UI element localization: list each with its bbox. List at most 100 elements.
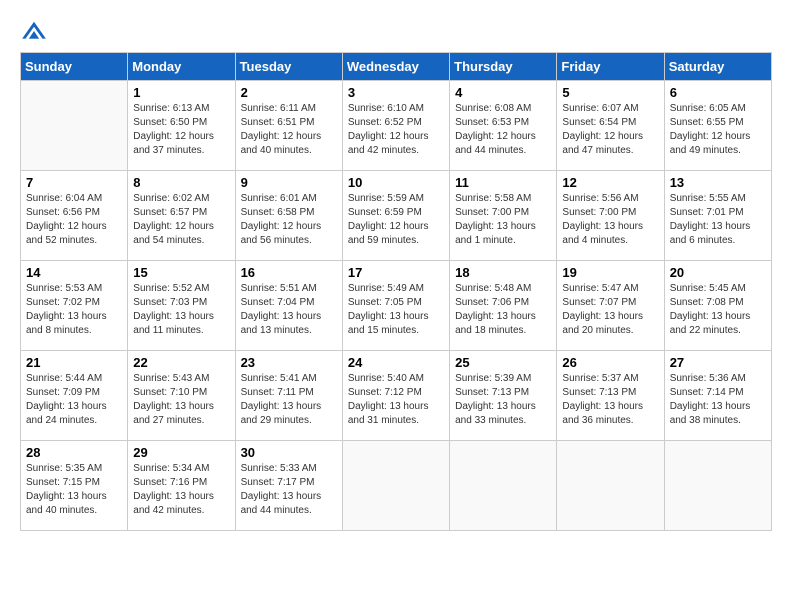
day-info: Sunrise: 5:59 AMSunset: 6:59 PMDaylight:…: [348, 192, 444, 248]
day-info: Sunrise: 6:05 AMSunset: 6:55 PMDaylight:…: [670, 102, 766, 158]
calendar-cell: 6Sunrise: 6:05 AMSunset: 6:55 PMDaylight…: [664, 81, 771, 171]
calendar-cell: 20 Sunrise: 5:45 AMSunset: 7:08 PMDayligh…: [664, 261, 771, 351]
calendar-cell: 30 Sunrise: 5:33 AMSunset: 7:17 PMDayligh…: [235, 441, 342, 531]
day-info: Sunrise: 6:07 AMSunset: 6:54 PMDaylight:…: [562, 102, 658, 158]
calendar-cell: 11 Sunrise: 5:58 AMSunset: 7:00 PMDayligh…: [450, 171, 557, 261]
calendar-week-row: 21 Sunrise: 5:44 AMSunset: 7:09 PMDayligh…: [21, 351, 772, 441]
day-info: Sunrise: 6:11 AMSunset: 6:51 PMDaylight:…: [241, 102, 337, 158]
day-number: 4: [455, 85, 551, 100]
day-info: Sunrise: 5:43 AMSunset: 7:10 PMDaylight:…: [133, 372, 229, 428]
day-of-week-header: Friday: [557, 53, 664, 81]
header: [20, 20, 772, 42]
calendar-week-row: 7 Sunrise: 6:04 AMSunset: 6:56 PMDaylight…: [21, 171, 772, 261]
calendar-cell: 16Sunrise: 5:51 AMSunset: 7:04 PMDayligh…: [235, 261, 342, 351]
calendar-cell: 26 Sunrise: 5:37 AMSunset: 7:13 PMDayligh…: [557, 351, 664, 441]
day-number: 15: [133, 265, 229, 280]
calendar-cell: 21 Sunrise: 5:44 AMSunset: 7:09 PMDayligh…: [21, 351, 128, 441]
calendar: SundayMondayTuesdayWednesdayThursdayFrid…: [20, 52, 772, 531]
day-info: Sunrise: 5:37 AMSunset: 7:13 PMDaylight:…: [562, 372, 658, 428]
day-info: Sunrise: 5:41 AMSunset: 7:11 PMDaylight:…: [241, 372, 337, 428]
day-info: Sunrise: 5:44 AMSunset: 7:09 PMDaylight:…: [26, 372, 122, 428]
day-of-week-header: Sunday: [21, 53, 128, 81]
day-number: 7: [26, 175, 122, 190]
calendar-cell: 14Sunrise: 5:53 AMSunset: 7:02 PMDayligh…: [21, 261, 128, 351]
day-info: Sunrise: 5:55 AMSunset: 7:01 PMDaylight:…: [670, 192, 766, 248]
day-number: 10: [348, 175, 444, 190]
calendar-cell: 5 Sunrise: 6:07 AMSunset: 6:54 PMDaylight…: [557, 81, 664, 171]
logo: [20, 20, 52, 42]
day-info: Sunrise: 6:04 AMSunset: 6:56 PMDaylight:…: [26, 192, 122, 248]
calendar-cell: 12 Sunrise: 5:56 AMSunset: 7:00 PMDayligh…: [557, 171, 664, 261]
calendar-cell: 29 Sunrise: 5:34 AMSunset: 7:16 PMDayligh…: [128, 441, 235, 531]
day-info: Sunrise: 5:40 AMSunset: 7:12 PMDaylight:…: [348, 372, 444, 428]
day-info: Sunrise: 5:35 AMSunset: 7:15 PMDaylight:…: [26, 462, 122, 518]
calendar-cell: [342, 441, 449, 531]
calendar-cell: 1 Sunrise: 6:13 AMSunset: 6:50 PMDaylight…: [128, 81, 235, 171]
day-number: 8: [133, 175, 229, 190]
day-info: Sunrise: 5:58 AMSunset: 7:00 PMDaylight:…: [455, 192, 551, 248]
calendar-cell: 27 Sunrise: 5:36 AMSunset: 7:14 PMDayligh…: [664, 351, 771, 441]
day-number: 11: [455, 175, 551, 190]
day-number: 18: [455, 265, 551, 280]
day-number: 25: [455, 355, 551, 370]
day-info: Sunrise: 5:39 AMSunset: 7:13 PMDaylight:…: [455, 372, 551, 428]
calendar-cell: 28 Sunrise: 5:35 AMSunset: 7:15 PMDayligh…: [21, 441, 128, 531]
day-number: 24: [348, 355, 444, 370]
calendar-cell: 17Sunrise: 5:49 AMSunset: 7:05 PMDayligh…: [342, 261, 449, 351]
calendar-cell: 18 Sunrise: 5:48 AMSunset: 7:06 PMDayligh…: [450, 261, 557, 351]
calendar-week-row: 1 Sunrise: 6:13 AMSunset: 6:50 PMDaylight…: [21, 81, 772, 171]
day-number: 13: [670, 175, 766, 190]
day-info: Sunrise: 5:47 AMSunset: 7:07 PMDaylight:…: [562, 282, 658, 338]
day-info: Sunrise: 5:33 AMSunset: 7:17 PMDaylight:…: [241, 462, 337, 518]
day-number: 30: [241, 445, 337, 460]
day-of-week-header: Monday: [128, 53, 235, 81]
day-info: Sunrise: 6:10 AMSunset: 6:52 PMDaylight:…: [348, 102, 444, 158]
day-info: Sunrise: 5:49 AMSunset: 7:05 PMDaylight:…: [348, 282, 444, 338]
calendar-cell: 9 Sunrise: 6:01 AMSunset: 6:58 PMDaylight…: [235, 171, 342, 261]
day-info: Sunrise: 6:01 AMSunset: 6:58 PMDaylight:…: [241, 192, 337, 248]
day-number: 1: [133, 85, 229, 100]
calendar-cell: 15 Sunrise: 5:52 AMSunset: 7:03 PMDayligh…: [128, 261, 235, 351]
day-info: Sunrise: 5:48 AMSunset: 7:06 PMDaylight:…: [455, 282, 551, 338]
day-number: 3: [348, 85, 444, 100]
day-info: Sunrise: 5:45 AMSunset: 7:08 PMDaylight:…: [670, 282, 766, 338]
calendar-cell: 23 Sunrise: 5:41 AMSunset: 7:11 PMDayligh…: [235, 351, 342, 441]
calendar-header-row: SundayMondayTuesdayWednesdayThursdayFrid…: [21, 53, 772, 81]
day-info: Sunrise: 6:02 AMSunset: 6:57 PMDaylight:…: [133, 192, 229, 248]
calendar-week-row: 28 Sunrise: 5:35 AMSunset: 7:15 PMDayligh…: [21, 441, 772, 531]
calendar-cell: 3 Sunrise: 6:10 AMSunset: 6:52 PMDaylight…: [342, 81, 449, 171]
calendar-cell: 2 Sunrise: 6:11 AMSunset: 6:51 PMDaylight…: [235, 81, 342, 171]
calendar-week-row: 14Sunrise: 5:53 AMSunset: 7:02 PMDayligh…: [21, 261, 772, 351]
logo-icon: [20, 20, 48, 42]
day-of-week-header: Tuesday: [235, 53, 342, 81]
calendar-cell: 13 Sunrise: 5:55 AMSunset: 7:01 PMDayligh…: [664, 171, 771, 261]
day-info: Sunrise: 5:56 AMSunset: 7:00 PMDaylight:…: [562, 192, 658, 248]
day-of-week-header: Wednesday: [342, 53, 449, 81]
day-number: 5: [562, 85, 658, 100]
day-number: 26: [562, 355, 658, 370]
calendar-cell: 7 Sunrise: 6:04 AMSunset: 6:56 PMDaylight…: [21, 171, 128, 261]
calendar-cell: 19 Sunrise: 5:47 AMSunset: 7:07 PMDayligh…: [557, 261, 664, 351]
day-number: 2: [241, 85, 337, 100]
day-of-week-header: Thursday: [450, 53, 557, 81]
day-number: 28: [26, 445, 122, 460]
calendar-cell: 24 Sunrise: 5:40 AMSunset: 7:12 PMDayligh…: [342, 351, 449, 441]
calendar-cell: [664, 441, 771, 531]
day-info: Sunrise: 5:52 AMSunset: 7:03 PMDaylight:…: [133, 282, 229, 338]
day-info: Sunrise: 5:53 AMSunset: 7:02 PMDaylight:…: [26, 282, 122, 338]
day-number: 22: [133, 355, 229, 370]
day-number: 19: [562, 265, 658, 280]
calendar-cell: [450, 441, 557, 531]
day-number: 20: [670, 265, 766, 280]
day-number: 29: [133, 445, 229, 460]
day-info: Sunrise: 5:36 AMSunset: 7:14 PMDaylight:…: [670, 372, 766, 428]
day-number: 21: [26, 355, 122, 370]
calendar-cell: [21, 81, 128, 171]
day-info: Sunrise: 5:34 AMSunset: 7:16 PMDaylight:…: [133, 462, 229, 518]
day-number: 23: [241, 355, 337, 370]
calendar-cell: 10 Sunrise: 5:59 AMSunset: 6:59 PMDayligh…: [342, 171, 449, 261]
day-number: 27: [670, 355, 766, 370]
day-info: Sunrise: 6:13 AMSunset: 6:50 PMDaylight:…: [133, 102, 229, 158]
day-number: 12: [562, 175, 658, 190]
day-number: 9: [241, 175, 337, 190]
